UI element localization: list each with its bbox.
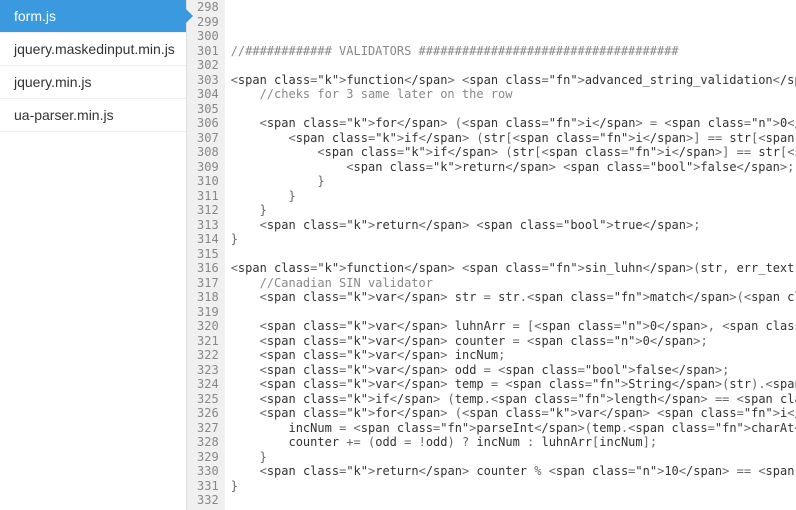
line-number: 301 <box>197 44 219 59</box>
code-line[interactable]: <span class="k">var</span> temp = <span … <box>231 377 796 392</box>
code-line[interactable] <box>231 58 796 73</box>
sidebar-item-uaparser[interactable]: ua-parser.min.js <box>0 99 186 132</box>
code-line[interactable] <box>231 305 796 320</box>
code-content[interactable]: //############ VALIDATORS ##############… <box>225 0 796 510</box>
sidebar-item-maskedinput[interactable]: jquery.maskedinput.min.js <box>0 33 186 66</box>
code-line[interactable]: <span class="k">function</span> <span cl… <box>231 73 796 88</box>
code-line[interactable]: <span class="k">if</span> (str[<span cla… <box>231 131 796 146</box>
line-number: 300 <box>197 29 219 44</box>
code-line[interactable]: //Canadian SIN validator <box>231 276 796 291</box>
line-number: 322 <box>197 348 219 363</box>
line-number: 308 <box>197 145 219 160</box>
line-gutter: 2982993003013023033043053063073083093103… <box>187 0 225 510</box>
line-number: 323 <box>197 363 219 378</box>
sidebar-item-form[interactable]: form.js <box>0 0 186 33</box>
line-number: 332 <box>197 493 219 508</box>
file-sidebar: form.js jquery.maskedinput.min.js jquery… <box>0 0 187 510</box>
code-line[interactable] <box>231 15 796 30</box>
code-line[interactable]: <span class="k">var</span> luhnArr = [<s… <box>231 319 796 334</box>
line-number: 299 <box>197 15 219 30</box>
line-number: 320 <box>197 319 219 334</box>
code-line[interactable]: <span class="k">if</span> (temp.<span cl… <box>231 392 796 407</box>
line-number: 325 <box>197 392 219 407</box>
code-line[interactable] <box>231 29 796 44</box>
code-line[interactable] <box>231 247 796 262</box>
code-line[interactable]: incNum = <span class="fn">parseInt</span… <box>231 421 796 436</box>
line-number: 318 <box>197 290 219 305</box>
code-line[interactable]: counter += (odd = !odd) ? incNum : luhnA… <box>231 435 796 450</box>
code-line[interactable] <box>231 102 796 117</box>
code-line[interactable]: <span class="k">var</span> incNum; <box>231 348 796 363</box>
code-line[interactable]: <span class="k">for</span> (<span class=… <box>231 406 796 421</box>
sidebar-item-label: jquery.min.js <box>14 74 92 90</box>
sidebar-item-label: ua-parser.min.js <box>14 107 114 123</box>
sidebar-item-label: jquery.maskedinput.min.js <box>14 41 175 57</box>
code-line[interactable]: } <box>231 479 796 494</box>
code-line[interactable]: <span class="k">var</span> counter = <sp… <box>231 334 796 349</box>
line-number: 303 <box>197 73 219 88</box>
code-line[interactable]: <span class="k">return</span> counter % … <box>231 464 796 479</box>
line-number: 319 <box>197 305 219 320</box>
line-number: 315 <box>197 247 219 262</box>
line-number: 331 <box>197 479 219 494</box>
line-number: 324 <box>197 377 219 392</box>
line-number: 316 <box>197 261 219 276</box>
code-line[interactable]: <span class="k">return</span> <span clas… <box>231 160 796 175</box>
code-line[interactable]: } <box>231 189 796 204</box>
line-number: 321 <box>197 334 219 349</box>
code-line[interactable]: //############ VALIDATORS ##############… <box>231 44 796 59</box>
line-number: 327 <box>197 421 219 436</box>
line-number: 314 <box>197 232 219 247</box>
code-line[interactable]: } <box>231 203 796 218</box>
sidebar-item-label: form.js <box>14 8 56 24</box>
code-line[interactable]: <span class="k">for</span> (<span class=… <box>231 116 796 131</box>
line-number: 310 <box>197 174 219 189</box>
code-line[interactable]: } <box>231 450 796 465</box>
code-line[interactable]: <span class="k">return</span> <span clas… <box>231 218 796 233</box>
line-number: 313 <box>197 218 219 233</box>
line-number: 329 <box>197 450 219 465</box>
code-line[interactable] <box>231 493 796 508</box>
line-number: 304 <box>197 87 219 102</box>
code-line[interactable]: } <box>231 174 796 189</box>
code-line[interactable]: <span class="k">function</span> <span cl… <box>231 261 796 276</box>
code-line[interactable]: <span class="k">var</span> odd = <span c… <box>231 363 796 378</box>
line-number: 330 <box>197 464 219 479</box>
line-number: 326 <box>197 406 219 421</box>
code-line[interactable]: <span class="k">if</span> (str[<span cla… <box>231 145 796 160</box>
line-number: 306 <box>197 116 219 131</box>
line-number: 317 <box>197 276 219 291</box>
code-line[interactable] <box>231 0 796 15</box>
code-line[interactable]: <span class="k">var</span> str = str.<sp… <box>231 290 796 305</box>
code-line[interactable]: } <box>231 232 796 247</box>
code-line[interactable]: //cheks for 3 same later on the row <box>231 87 796 102</box>
line-number: 309 <box>197 160 219 175</box>
line-number: 298 <box>197 0 219 15</box>
line-number: 312 <box>197 203 219 218</box>
line-number: 305 <box>197 102 219 117</box>
code-editor[interactable]: 2982993003013023033043053063073083093103… <box>187 0 796 510</box>
line-number: 328 <box>197 435 219 450</box>
line-number: 302 <box>197 58 219 73</box>
sidebar-item-jquery[interactable]: jquery.min.js <box>0 66 186 99</box>
line-number: 307 <box>197 131 219 146</box>
line-number: 311 <box>197 189 219 204</box>
